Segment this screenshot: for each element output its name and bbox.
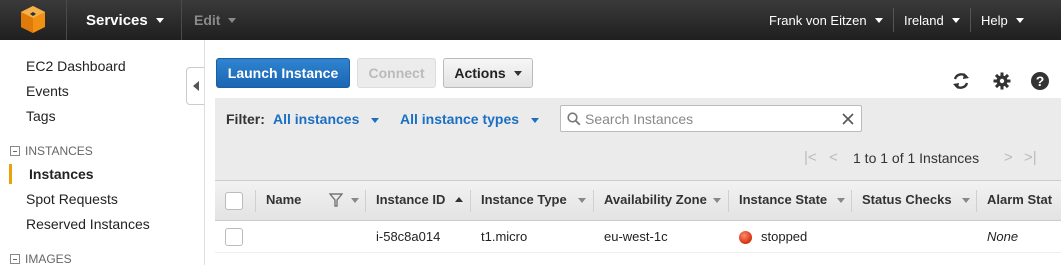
column-header-status-checks[interactable]: Status Checks bbox=[862, 192, 952, 207]
aws-logo[interactable] bbox=[0, 0, 66, 40]
select-all-checkbox[interactable] bbox=[225, 192, 243, 210]
filter-icon[interactable] bbox=[329, 193, 343, 207]
help-label: Help bbox=[981, 12, 1008, 28]
nav-divider bbox=[970, 8, 971, 32]
sidebar-section-title: INSTANCES bbox=[25, 144, 93, 158]
search-input[interactable] bbox=[585, 109, 835, 129]
chevron-left-icon bbox=[192, 81, 199, 91]
previous-page-icon[interactable]: < bbox=[829, 149, 838, 166]
filter-label: Filter: bbox=[226, 111, 265, 127]
search-icon bbox=[567, 112, 581, 126]
column-header-instance-state[interactable]: Instance State bbox=[739, 192, 827, 207]
sidebar-section-instances[interactable]: INSTANCES bbox=[10, 144, 93, 158]
chevron-down-icon bbox=[874, 17, 883, 23]
services-menu[interactable]: Services bbox=[66, 0, 182, 40]
launch-instance-button[interactable]: Launch Instance bbox=[216, 58, 350, 88]
column-divider bbox=[365, 190, 366, 212]
chevron-down-icon bbox=[155, 17, 164, 23]
instances-filter-dropdown[interactable]: All instances bbox=[273, 111, 380, 127]
sidebar-item-ec2-dashboard[interactable]: EC2 Dashboard bbox=[26, 58, 126, 74]
top-navbar: Services Edit Frank von Eitzen Ireland H… bbox=[0, 0, 1061, 40]
instance-types-filter-dropdown[interactable]: All instance types bbox=[400, 111, 539, 127]
collapse-section-icon bbox=[10, 146, 20, 156]
chevron-down-icon bbox=[530, 117, 539, 123]
sidebar-item-spot-requests[interactable]: Spot Requests bbox=[26, 191, 118, 207]
nav-divider bbox=[893, 8, 894, 32]
instances-filter-label: All instances bbox=[273, 111, 360, 127]
first-page-icon[interactable]: |< bbox=[804, 149, 817, 166]
sidebar-item-reserved-instances[interactable]: Reserved Instances bbox=[26, 216, 150, 232]
sort-ascending-icon[interactable] bbox=[455, 197, 463, 202]
cell-instance-id: i-58c8a014 bbox=[376, 229, 441, 244]
region-menu[interactable]: Ireland bbox=[904, 0, 960, 40]
chevron-down-icon bbox=[513, 70, 522, 76]
active-indicator bbox=[9, 164, 12, 184]
cell-availability-zone: eu-west-1c bbox=[604, 229, 668, 244]
column-divider bbox=[470, 190, 471, 212]
cell-alarm-status: None bbox=[987, 229, 1019, 244]
chevron-down-icon bbox=[371, 117, 380, 123]
chevron-down-icon bbox=[1015, 17, 1024, 23]
user-menu[interactable]: Frank von Eitzen bbox=[769, 0, 883, 40]
sidebar-item-instances[interactable]: Instances bbox=[29, 166, 94, 182]
actions-button[interactable]: Actions bbox=[443, 58, 533, 88]
pagination-text: 1 to 1 of 1 Instances bbox=[853, 150, 980, 166]
help-icon[interactable]: ? bbox=[1029, 70, 1051, 92]
sidebar: EC2 Dashboard Events Tags INSTANCES Inst… bbox=[0, 40, 186, 266]
sidebar-item-tags[interactable]: Tags bbox=[26, 108, 56, 124]
column-divider bbox=[851, 190, 852, 212]
actions-label: Actions bbox=[454, 65, 506, 81]
collapse-section-icon bbox=[10, 254, 20, 264]
sidebar-section-images[interactable]: IMAGES bbox=[10, 252, 72, 266]
cell-instance-state: stopped bbox=[761, 229, 808, 244]
services-label: Services bbox=[86, 11, 148, 29]
stopped-status-icon bbox=[739, 231, 752, 244]
sort-icon[interactable] bbox=[962, 198, 970, 203]
sort-icon[interactable] bbox=[713, 198, 721, 203]
svg-text:?: ? bbox=[1036, 73, 1045, 89]
sort-icon[interactable] bbox=[578, 198, 586, 203]
help-menu[interactable]: Help bbox=[981, 0, 1024, 40]
last-page-icon[interactable]: >| bbox=[1024, 149, 1037, 166]
instance-types-filter-label: All instance types bbox=[400, 111, 520, 127]
column-header-availability-zone[interactable]: Availability Zone bbox=[604, 192, 707, 207]
column-header-instance-type[interactable]: Instance Type bbox=[481, 192, 567, 207]
column-header-name[interactable]: Name bbox=[266, 192, 301, 207]
user-label: Frank von Eitzen bbox=[769, 12, 867, 28]
sort-icon[interactable] bbox=[351, 198, 359, 203]
sort-icon[interactable] bbox=[837, 198, 845, 203]
chevron-down-icon bbox=[228, 17, 237, 23]
column-header-instance-id[interactable]: Instance ID bbox=[376, 192, 445, 207]
column-divider bbox=[255, 190, 256, 212]
edit-menu[interactable]: Edit bbox=[182, 0, 252, 40]
column-divider bbox=[976, 190, 977, 212]
refresh-icon[interactable] bbox=[950, 70, 972, 92]
chevron-down-icon bbox=[951, 17, 960, 23]
edit-label: Edit bbox=[194, 12, 221, 28]
next-page-icon[interactable]: > bbox=[1004, 149, 1013, 166]
column-divider bbox=[728, 190, 729, 212]
row-checkbox[interactable] bbox=[225, 228, 243, 246]
connect-button[interactable]: Connect bbox=[357, 58, 436, 88]
collapse-sidebar-button[interactable] bbox=[186, 67, 204, 105]
column-header-alarm-status[interactable]: Alarm Stat bbox=[987, 192, 1052, 207]
search-box bbox=[560, 105, 862, 132]
sidebar-section-title: IMAGES bbox=[25, 252, 72, 266]
sidebar-item-events[interactable]: Events bbox=[26, 83, 69, 99]
row-divider bbox=[215, 252, 1061, 253]
region-label: Ireland bbox=[904, 12, 944, 28]
sidebar-divider bbox=[204, 40, 205, 265]
column-divider bbox=[593, 190, 594, 212]
clear-search-icon[interactable] bbox=[842, 113, 854, 125]
gear-icon[interactable] bbox=[991, 70, 1013, 92]
cell-instance-type: t1.micro bbox=[481, 229, 528, 244]
